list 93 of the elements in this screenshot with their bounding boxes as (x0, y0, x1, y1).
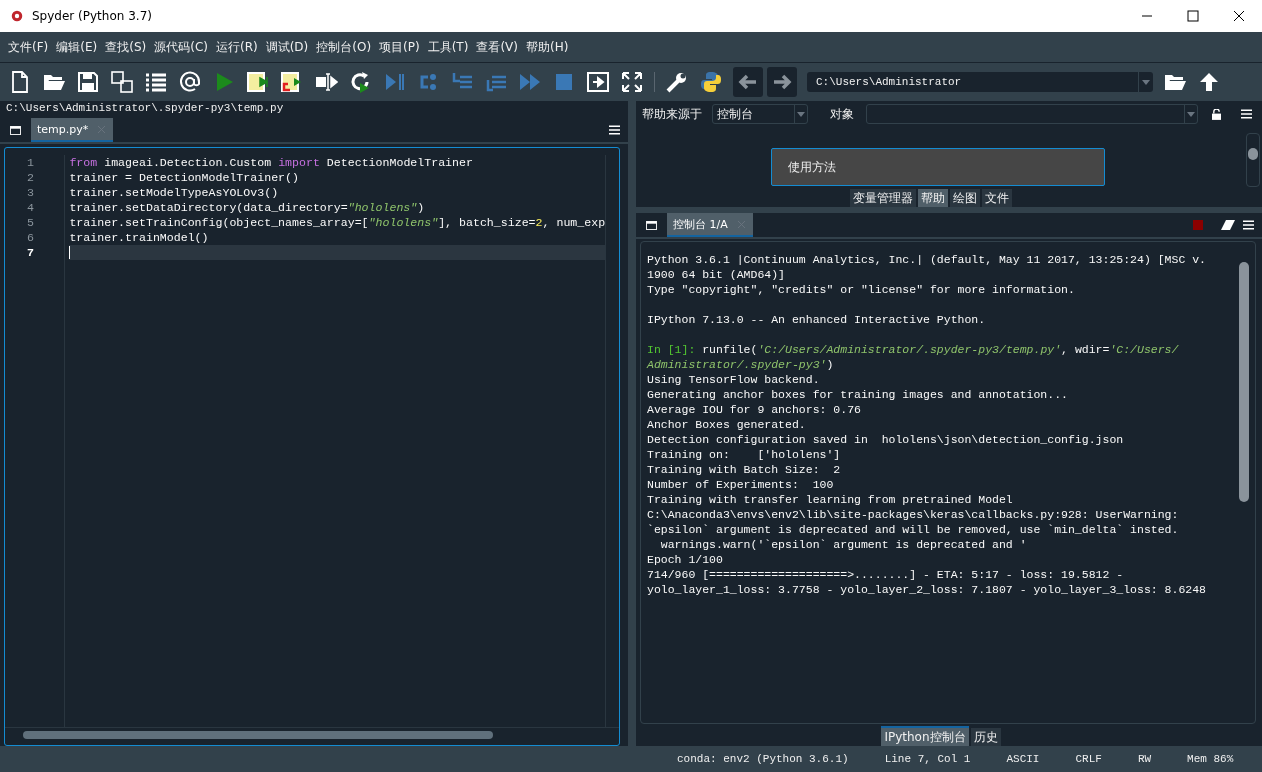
console-line: Training with Batch Size: 2 (647, 462, 842, 477)
console-line: 714/960 [====================>........] - ETA: 5:17 - loss: 19.5812 - (647, 567, 1125, 582)
run-cell-icon[interactable] (246, 70, 270, 94)
console-line: Generating anchor boxes for training images and annotation... (647, 387, 1069, 402)
code-editor[interactable] (4, 147, 620, 746)
usage-heading: 使用方法 (771, 148, 1105, 186)
source-combo[interactable]: 控制台 (712, 104, 808, 124)
code-line: trainer.setDataDirectory(data_directory="hololens") (69, 201, 425, 214)
console-line: Administrator/.spyder-py3') (647, 357, 835, 372)
menu-item[interactable]: 控制台(O) (312, 38, 376, 56)
menu-icon[interactable] (1243, 220, 1254, 230)
cursor-position: Line 7, Col 1 (884, 753, 971, 765)
scrollbar-thumb[interactable] (1248, 148, 1258, 160)
python-icon[interactable] (699, 70, 723, 94)
directory-combo[interactable]: C:\Users\Administrator (807, 72, 1153, 92)
at-sign-icon[interactable] (178, 70, 202, 94)
pane-tab[interactable]: 历史 (970, 728, 1001, 746)
console-line: Python 3.6.1 |Continuum Analytics, Inc.| (default, May 11 2017, 13:25:24) [MSC v. (647, 252, 1207, 267)
menu-item[interactable]: 查看(V) (472, 38, 522, 56)
caret-icon (1187, 111, 1195, 117)
encoding: ASCII (1006, 753, 1040, 765)
menu-item[interactable]: 编辑(E) (52, 38, 102, 56)
pane-tab[interactable]: 变量管理器 (850, 189, 916, 207)
save-all-icon[interactable] (110, 70, 134, 94)
object-label: 对象 (830, 105, 854, 123)
console-line: 1900 64 bit (AMD64)] (647, 267, 787, 282)
console-line: warnings.warn('`epsilon` argument is deprecated and ' (659, 537, 1028, 552)
conda-env: conda: env2 (Python 3.6.1) (677, 753, 849, 765)
pane-tab[interactable]: 文件 (982, 189, 1012, 207)
code-line: from imageai.Detection.Custom import DetectionModelTrainer (69, 156, 473, 169)
unlock-icon[interactable] (1212, 108, 1221, 120)
window-title: Spyder (Python 3.7) (32, 9, 152, 23)
menu-item[interactable]: 工具(T) (423, 38, 473, 56)
console-line: Training on: ['hololens'] (647, 447, 842, 462)
memory-usage: Mem 86% (1187, 753, 1234, 765)
console-line: Anchor Boxes generated. (647, 417, 807, 432)
pane-tab[interactable]: IPython控制台 (881, 726, 969, 746)
menu-item[interactable]: 运行(R) (211, 38, 262, 56)
line-number: 7 (26, 245, 35, 260)
line-number: 2 (26, 170, 35, 185)
code-line: trainer.trainModel() (69, 231, 209, 244)
console-line: IPython 7.13.0 -- An enhanced Interactive Python. (647, 312, 987, 327)
console-line: C:\Anaconda3\envs\env2\lib\site-packages\keras\callbacks.py:928: UserWarning: (647, 507, 1180, 522)
menu-icon[interactable] (609, 125, 620, 135)
console-line: Number of Experiments: 100 (647, 477, 835, 492)
pane-tab[interactable]: 帮助 (918, 189, 948, 207)
help-source-label: 帮助来源于 (642, 105, 702, 123)
save-icon[interactable] (76, 70, 100, 94)
scrollbar-thumb[interactable] (1239, 262, 1249, 502)
fullscreen-icon[interactable] (620, 70, 644, 94)
maximize-pane-icon[interactable] (586, 70, 610, 94)
console-line: Detection configuration saved in hololens\json\detection_config.json (647, 432, 1125, 447)
menu-item[interactable]: 查找(S) (101, 38, 151, 56)
console-line: Training with transfer learning from pretrained Model (647, 492, 1014, 507)
line-number: 1 (26, 155, 35, 170)
line-endings: CRLF (1075, 753, 1102, 765)
line-number: 5 (26, 215, 35, 230)
back-button[interactable] (733, 67, 763, 97)
file-permissions: RW (1137, 753, 1152, 765)
menu-item[interactable]: 帮助(H) (521, 38, 573, 56)
pane-tab[interactable]: 绘图 (950, 189, 980, 207)
code-line: trainer.setTrainConfig(object_names_array=["hololens"], batch_size=2, num_exp (69, 216, 606, 229)
object-field[interactable] (866, 104, 1198, 124)
scrollbar-thumb[interactable] (23, 731, 493, 739)
menu-item[interactable]: 项目(P) (375, 38, 424, 56)
line-number: 3 (26, 185, 35, 200)
console-line: `epsilon` argument is deprecated and will be removed, use `min_delta` insted. (647, 522, 1180, 537)
console-tab[interactable]: 控制台 1/A (667, 213, 753, 237)
menu-item[interactable]: 调试(D) (261, 38, 313, 56)
wrench-icon[interactable] (665, 70, 689, 94)
console-line: Epoch 1/100 (647, 552, 724, 567)
forward-button[interactable] (767, 67, 797, 97)
text-cursor (69, 246, 71, 259)
console-line: Using TensorFlow backend. (647, 372, 821, 387)
window-icon[interactable] (646, 220, 657, 230)
file-tab[interactable]: temp.py* (31, 118, 114, 142)
window-icon[interactable] (10, 125, 21, 135)
caret-icon (1142, 79, 1150, 85)
run-selection-icon[interactable] (314, 70, 338, 94)
line-number: 4 (26, 200, 35, 215)
eraser-icon[interactable] (1221, 220, 1235, 230)
code-line: trainer = DetectionModelTrainer() (69, 171, 299, 184)
menu-item[interactable]: 源代码(C) (150, 38, 212, 56)
code-line: trainer.setModelTypeAsYOLOv3() (69, 186, 279, 199)
menu-icon[interactable] (1241, 109, 1252, 119)
caret-icon (797, 111, 805, 117)
menu-item[interactable]: 文件(F) (4, 38, 53, 56)
console-line: Type "copyright", "credits" or "license" for more information. (647, 282, 1076, 297)
console-output[interactable] (640, 241, 1256, 724)
console-line: yolo_layer_1_loss: 3.7758 - yolo_layer_2_loss: 7.1807 - yolo_layer_3_loss: 8.6248 (647, 582, 1207, 597)
console-line: In [1]: runfile('C:/Users/Administrator/.spyder-py3/temp.py', wdir='C:/Users/ (647, 342, 1180, 357)
console-line: Average IOU for 9 anchors: 0.76 (647, 402, 862, 417)
line-number: 6 (26, 230, 35, 245)
